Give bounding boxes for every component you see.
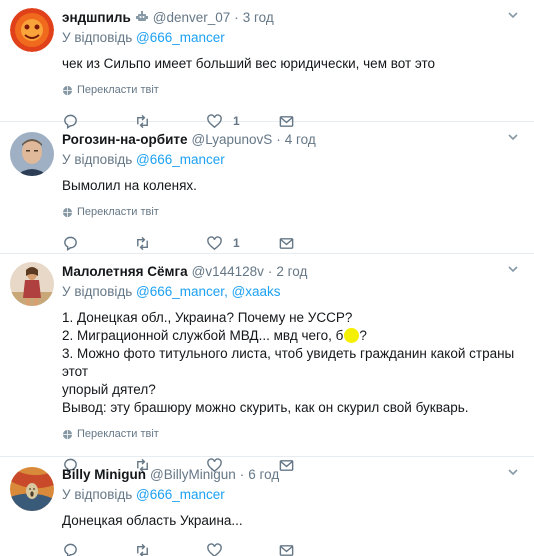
separator-dot: · [239, 466, 245, 482]
globe-icon [62, 85, 73, 95]
avatar[interactable] [10, 262, 54, 306]
chevron-down-icon[interactable] [506, 130, 520, 144]
tweet-text: Донецкая область Украина... [62, 513, 243, 528]
envelope-icon [279, 544, 294, 556]
author-handle[interactable]: @v144128v [192, 264, 264, 279]
reply-button[interactable] [62, 230, 134, 256]
avatar-scream-image [10, 467, 54, 511]
author-name[interactable]: Рогозин-на-орбите [62, 132, 188, 147]
highlight-mark [344, 328, 360, 343]
translate-tweet-link[interactable]: Перекласти твіт [62, 427, 522, 441]
retweet-button[interactable] [134, 230, 206, 256]
reply-icon [64, 236, 77, 251]
avatar[interactable] [10, 467, 54, 511]
author-handle[interactable]: @BillyMinigun [150, 467, 236, 482]
author-name[interactable]: Малолетняя Сёмга [62, 264, 188, 279]
reply-context: У відповідь @666_mancer [62, 152, 225, 167]
reply-button[interactable] [62, 537, 134, 556]
tweet-header: Billy Minigun @BillyMinigun · 6 год [62, 465, 522, 483]
avatar-portrait-image [10, 132, 54, 176]
retweet-icon [137, 543, 148, 556]
tweet[interactable]: Рогозин-на-орбите @LyapunovS · 4 год У в… [0, 122, 534, 254]
reply-mention[interactable]: @666_mancer [136, 487, 225, 502]
translate-tweet-link[interactable]: Перекласти твіт [62, 205, 522, 219]
tweet-text: Вымолил на коленях. [62, 178, 197, 193]
avatar-sun-image [10, 8, 54, 52]
direct-message-button[interactable] [278, 230, 350, 256]
reply-mention[interactable]: @xaaks [232, 284, 281, 299]
globe-icon [62, 207, 73, 217]
reply-context: У відповідь @666_mancer [62, 487, 225, 502]
reply-mention[interactable]: @666_mancer [136, 284, 224, 299]
tweet-timestamp[interactable]: 6 год [248, 467, 279, 482]
chevron-down-icon[interactable] [506, 8, 520, 22]
direct-message-button[interactable] [278, 537, 350, 556]
tweet-timestamp[interactable]: 3 год [243, 10, 274, 25]
separator-dot: · [267, 263, 273, 279]
avatar-figure-image [10, 262, 54, 306]
heart-icon [207, 542, 222, 556]
like-button[interactable]: 1 [206, 230, 278, 256]
tweet[interactable]: эндшпиль @denver_07 · 3 год У відповідь … [0, 0, 534, 129]
tweet-header: Рогозин-на-орбите @LyapunovS · 4 год [62, 130, 522, 148]
author-handle[interactable]: @denver_07 [153, 10, 231, 25]
tweet-timestamp[interactable]: 4 год [285, 132, 316, 147]
reply-mention[interactable]: @666_mancer [136, 152, 225, 167]
retweet-button[interactable] [134, 537, 206, 556]
tweet-feed: эндшпиль @denver_07 · 3 год У відповідь … [0, 0, 534, 556]
tweet-actions [62, 530, 522, 556]
like-button[interactable] [206, 537, 278, 556]
like-count: 1 [233, 236, 240, 250]
tweet[interactable]: Малолетняя Сёмга @v144128v · 2 год У від… [0, 254, 534, 473]
author-name[interactable]: эндшпиль [62, 10, 131, 25]
separator-dot: · [234, 9, 239, 25]
reply-context: У відповідь @666_mancer [62, 30, 225, 45]
retweet-icon [137, 236, 148, 250]
author-handle[interactable]: @LyapunovS [192, 132, 273, 147]
separator-dot: · [276, 131, 281, 147]
reply-context: У відповідь @666_mancer, @xaaks [62, 284, 281, 299]
envelope-icon [279, 237, 294, 249]
chevron-down-icon[interactable] [506, 262, 520, 276]
translate-tweet-link[interactable]: Перекласти твіт [62, 83, 522, 97]
tweet-header: Малолетняя Сёмга @v144128v · 2 год [62, 262, 522, 280]
reply-mention[interactable]: @666_mancer [136, 30, 225, 45]
tweet-text: чек из Сильпо имеет больший вес юридичес… [62, 56, 436, 71]
tweet-timestamp[interactable]: 2 год [276, 264, 307, 279]
heart-icon [207, 235, 222, 250]
tweet[interactable]: Billy Minigun @BillyMinigun · 6 год У ві… [0, 457, 534, 556]
tweet-text: 1. Донецкая обл., Украина? Почему не УСС… [62, 310, 515, 415]
author-name[interactable]: Billy Minigun [62, 467, 146, 482]
robot-badge-icon [135, 10, 149, 24]
avatar[interactable] [10, 132, 54, 176]
reply-icon [64, 543, 77, 556]
tweet-header: эндшпиль @denver_07 · 3 год [62, 8, 522, 26]
avatar[interactable] [10, 8, 54, 52]
globe-icon [62, 429, 73, 439]
chevron-down-icon[interactable] [506, 465, 520, 479]
